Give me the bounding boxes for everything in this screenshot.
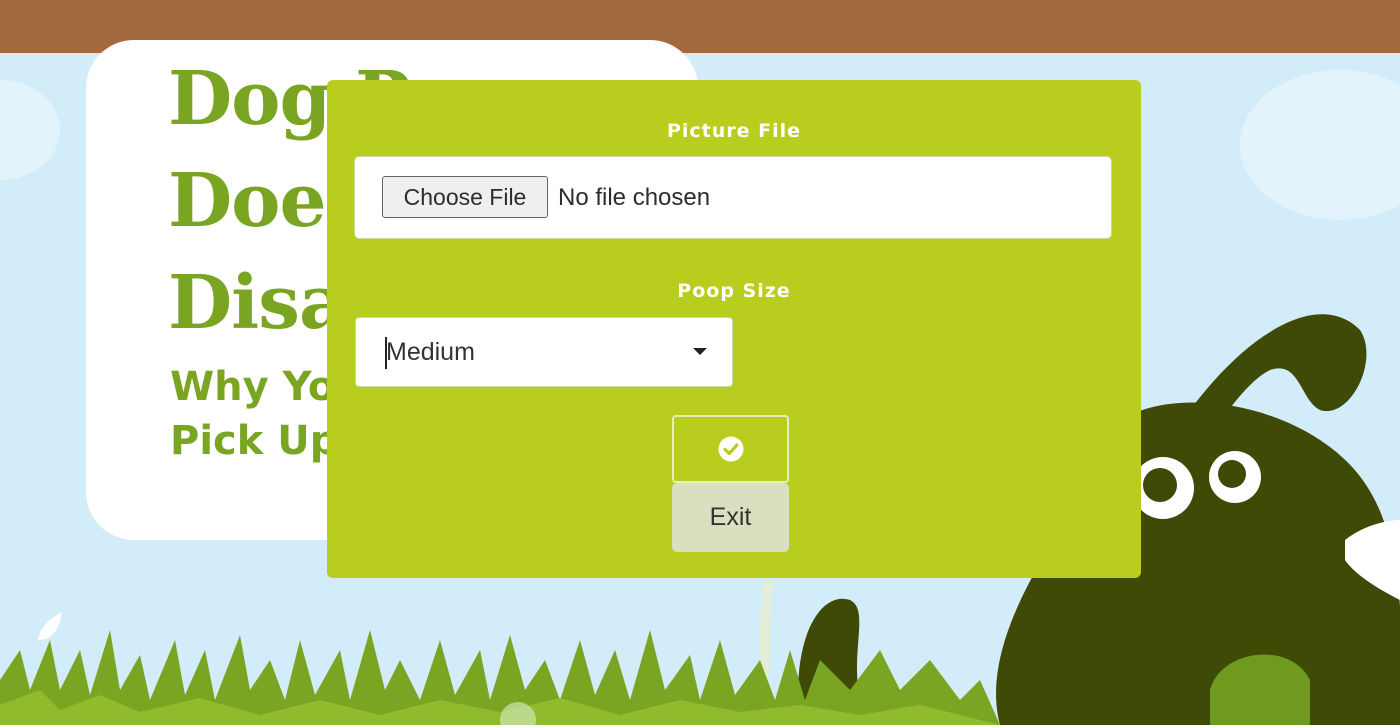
dog-pupil (1143, 468, 1177, 502)
exit-button[interactable]: Exit (672, 483, 789, 552)
poop-size-select[interactable]: Medium (355, 317, 733, 387)
confirm-button[interactable] (672, 415, 789, 483)
file-status-text: No file chosen (558, 184, 711, 211)
dog-pupil (1218, 460, 1246, 488)
leaf (38, 612, 62, 640)
poop-size-selected-value: Medium (386, 338, 475, 366)
poop-size-label: Poop Size (677, 280, 791, 302)
file-input[interactable]: Choose File No file chosen (354, 156, 1112, 239)
page: Dog Poop Doe Disa Why Yo Pick Up Picture… (0, 0, 1400, 725)
check-circle-icon (718, 436, 743, 462)
chevron-down-icon (693, 348, 707, 355)
upload-modal: Picture File Choose File No file chosen … (327, 80, 1141, 578)
choose-file-button[interactable]: Choose File (382, 176, 548, 218)
picture-file-label: Picture File (666, 120, 802, 142)
